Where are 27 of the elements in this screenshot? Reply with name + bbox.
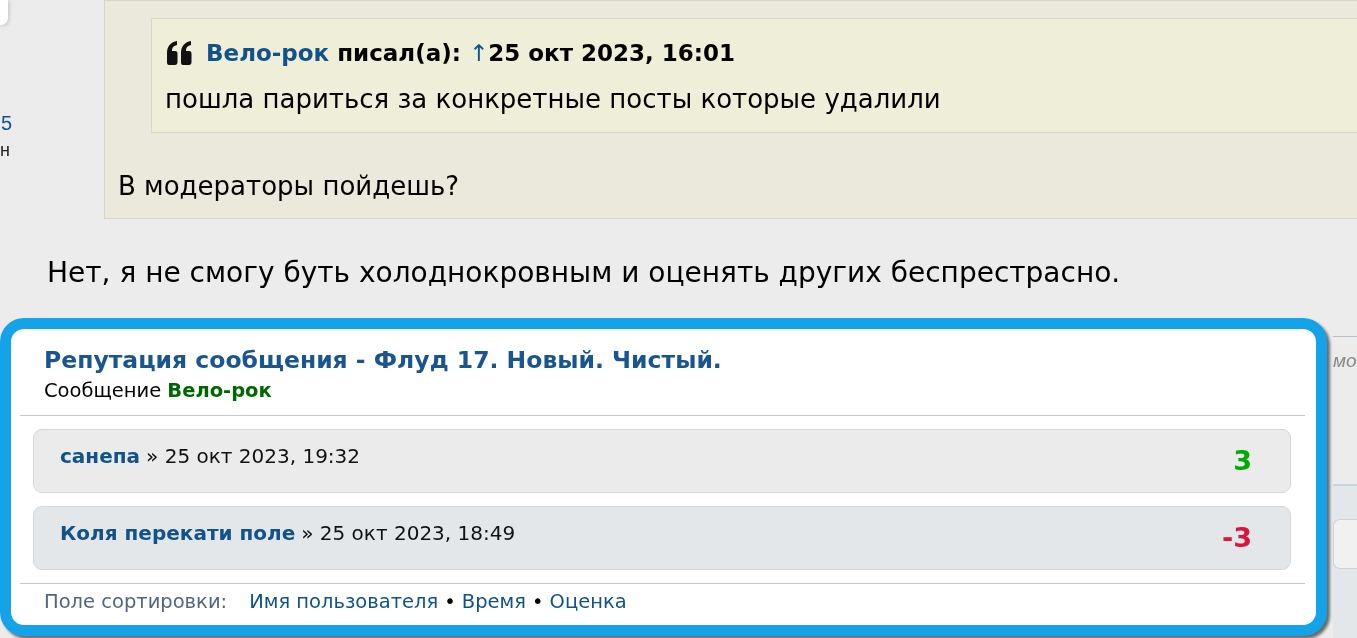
entry-date: » 25 окт 2023, 19:32: [146, 445, 361, 467]
profile-card: [0, 0, 8, 25]
subtitle-label: Сообщение: [44, 379, 162, 403]
quote-date: 25 окт 2023, 16:01: [488, 39, 735, 68]
post-count-link[interactable]: 5: [0, 111, 12, 135]
popup-title: Репутация сообщения - Флуд 17. Новый. Чистый.: [44, 345, 723, 375]
sort-link[interactable]: Имя пользователя: [249, 590, 439, 614]
separator: •: [444, 590, 456, 614]
rating-score: -3: [1222, 523, 1252, 553]
user-link[interactable]: Коля перекати поле: [60, 522, 296, 544]
sort-link[interactable]: Оценка: [549, 590, 627, 614]
separator: •: [532, 590, 544, 614]
jump-link[interactable]: ↑: [468, 33, 489, 73]
author-link[interactable]: Вело-рок: [206, 33, 330, 73]
entry-date: » 25 окт 2023, 18:49: [301, 522, 516, 544]
toolbar-button[interactable]: [1333, 519, 1357, 569]
wrote-label: писал(а):: [337, 39, 461, 68]
author-link[interactable]: Вело-рок: [167, 379, 272, 403]
post-text: Нет, я не смогу буть холоднокровным и оценять других беспрестрасно.: [47, 255, 1122, 291]
user-link[interactable]: санепа: [60, 445, 141, 467]
quote-text: пошла париться за конкретные посты которые удалили: [165, 83, 942, 116]
quote-icon: [165, 41, 193, 65]
sort-link[interactable]: Время: [461, 590, 526, 614]
quote-text: В модераторы пойдешь?: [118, 170, 461, 203]
sort-label: Поле сортировки:: [44, 590, 228, 614]
rating-score: 3: [1233, 446, 1252, 476]
profile-text: н: [0, 139, 11, 161]
